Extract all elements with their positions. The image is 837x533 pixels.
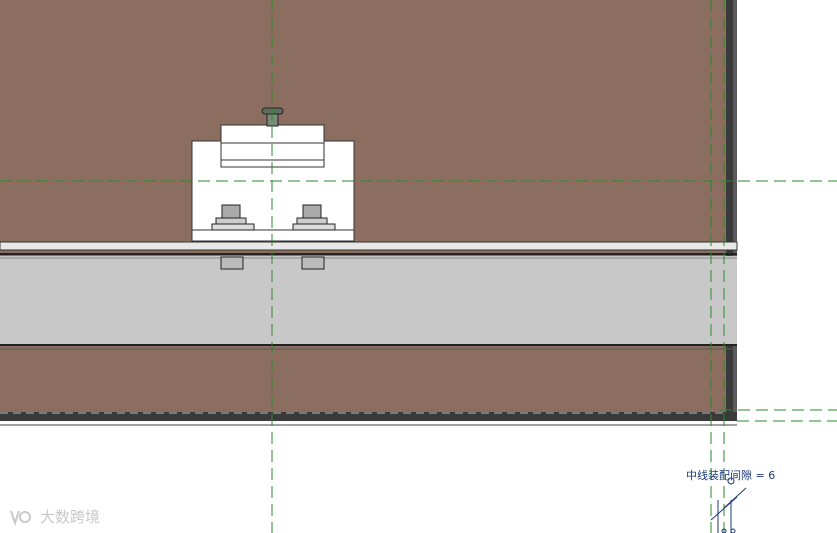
rail-web xyxy=(0,256,737,345)
watermark-logo-icon xyxy=(10,510,31,527)
cad-drawing xyxy=(0,0,837,533)
lower-nut-left xyxy=(220,256,244,270)
dimension-annotation[interactable]: 中线装配间隙 = 6 xyxy=(686,467,775,483)
dimension-marker xyxy=(710,477,747,533)
rail-top-flange xyxy=(0,241,738,251)
dimension-equals: = xyxy=(755,469,765,482)
lower-nut-right xyxy=(301,256,325,270)
dimension-value: 6 xyxy=(768,469,776,482)
watermark-text: 大数跨境 xyxy=(40,508,101,526)
dimension-label: 中线装配间隙 xyxy=(686,469,752,482)
brown-panel xyxy=(0,0,728,413)
